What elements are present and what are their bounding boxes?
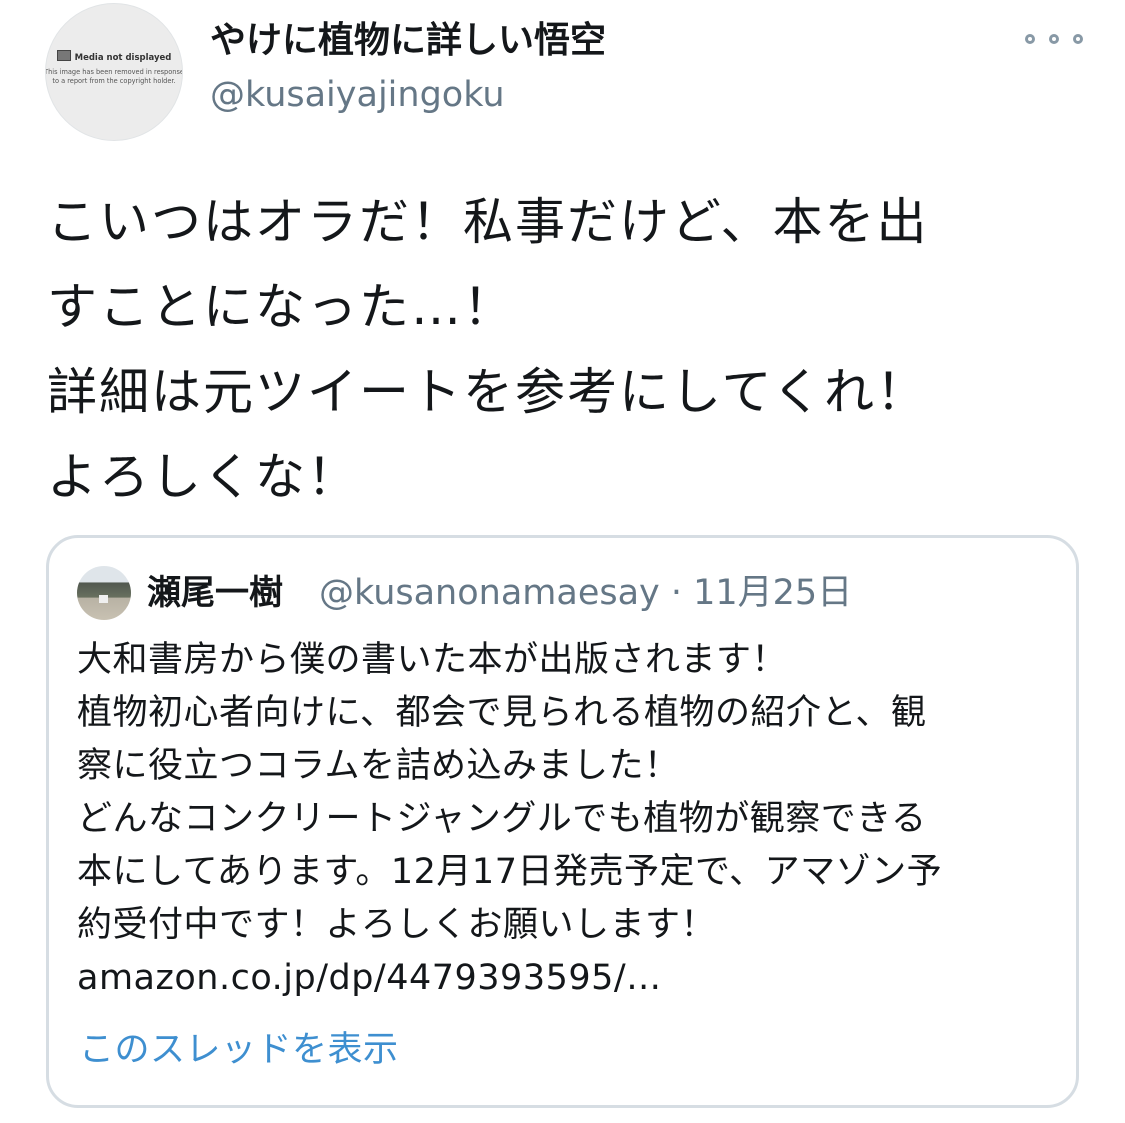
author-display-name[interactable]: やけに植物に詳しい悟空 [210,16,606,66]
avatar-photo-detail [99,595,108,603]
author-avatar[interactable]: Media not displayed This image has been … [45,3,183,141]
show-thread-link[interactable]: このスレッドを表示 [79,1025,399,1075]
quoted-link[interactable]: amazon.co.jp/dp/4479393595/… [77,952,1067,1005]
author-handle[interactable]: @kusaiyajingoku [210,70,505,120]
dot [1025,34,1035,44]
quoted-line: どんなコンクリートジャングルでも植物が観察できる [77,799,927,839]
quoted-tweet-text: 大和書房から僕の書いた本が出版されます！ 植物初心者向けに、都会で見られる植物の… [77,634,1067,1005]
tweet-text: こいつはオラだ！私事だけど、本を出 すことになった…！ 詳細は元ツイートを参考に… [47,180,1087,520]
quoted-author-name[interactable]: 瀬尾一樹 [147,568,283,618]
media-not-displayed-title: Media not displayed [46,50,182,63]
tweet-line: こいつはオラだ！私事だけど、本を出 [47,193,929,251]
tweet-line: 詳細は元ツイートを参考にしてくれ！ [47,363,928,421]
dot [1073,34,1083,44]
quoted-tweet-card[interactable]: 瀬尾一樹 @kusanonamaesay · 11月25日 大和書房から僕の書い… [46,535,1079,1108]
tweet-line: よろしくな！ [47,448,359,506]
media-not-displayed-desc: This image has been removed in response … [45,68,183,85]
quoted-line: 本にしてあります。12月17日発売予定で、アマゾン予 [77,852,943,892]
image-placeholder-icon [56,50,71,61]
quoted-line: 大和書房から僕の書いた本が出版されます！ [77,640,788,680]
tweet-line: すことになった…！ [47,278,515,336]
quoted-line: 約受付中です！よろしくお願いします！ [77,905,717,945]
quoted-line: 察に役立つコラムを詰め込みました！ [77,746,680,786]
avatar-title-text: Media not displayed [74,53,172,63]
quoted-line: 植物初心者向けに、都会で見られる植物の紹介と、観 [77,693,927,733]
dot [1049,34,1059,44]
quoted-author-handle-date[interactable]: @kusanonamaesay · 11月25日 [319,568,852,618]
more-options-icon[interactable] [1025,26,1083,52]
quoted-author-avatar[interactable] [77,566,131,620]
